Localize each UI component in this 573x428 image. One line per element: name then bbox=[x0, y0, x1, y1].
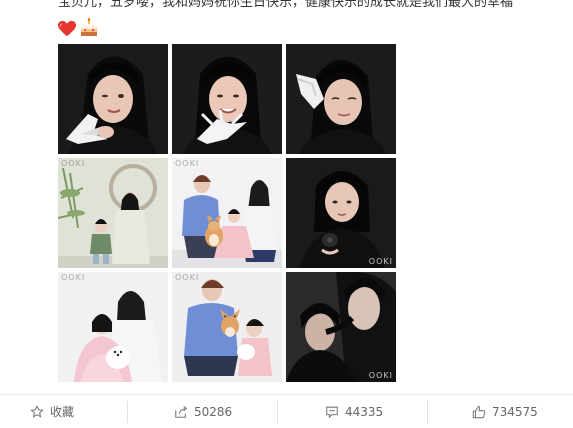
emoji-row bbox=[58, 18, 99, 40]
photo-8-image bbox=[172, 272, 282, 382]
photo-2[interactable] bbox=[172, 44, 282, 154]
divider bbox=[127, 401, 128, 423]
cake-emoji bbox=[81, 18, 97, 36]
photo-4-watermark: OOKI bbox=[61, 159, 86, 168]
star-icon bbox=[30, 404, 44, 418]
photo-6-image bbox=[286, 158, 396, 268]
comment-icon bbox=[326, 406, 338, 419]
photo-1[interactable] bbox=[58, 44, 168, 154]
heart-emoji bbox=[58, 20, 76, 37]
comment-count: 44335 bbox=[345, 404, 384, 419]
favorite-label: 收藏 bbox=[50, 405, 75, 419]
share-icon bbox=[175, 405, 188, 418]
post-caption: 宝贝儿，五岁喽，我和妈妈祝你生日快乐，健康快乐的成长就是我们最大的幸福 bbox=[58, 0, 514, 10]
photo-1-image bbox=[58, 44, 168, 154]
divider bbox=[277, 401, 278, 423]
photo-9-watermark: OOKI bbox=[368, 371, 393, 380]
photo-9[interactable]: OOKI bbox=[286, 272, 396, 382]
photo-7[interactable]: OOKI bbox=[58, 272, 168, 382]
photo-6-watermark: OOKI bbox=[368, 257, 393, 266]
like-count: 734575 bbox=[492, 404, 538, 419]
photo-5[interactable]: OOKI bbox=[172, 158, 282, 268]
photo-3[interactable] bbox=[286, 44, 396, 154]
thumbs-up-icon bbox=[472, 405, 486, 418]
photo-7-watermark: OOKI bbox=[61, 273, 86, 282]
photo-7-image bbox=[58, 272, 168, 382]
like-button[interactable]: 734575 bbox=[472, 395, 538, 428]
photo-8[interactable]: OOKI bbox=[172, 272, 282, 382]
favorite-button[interactable]: 收藏 bbox=[30, 395, 74, 428]
photo-2-image bbox=[172, 44, 282, 154]
repost-button[interactable]: 50286 bbox=[174, 395, 232, 428]
repost-count: 50286 bbox=[194, 404, 233, 419]
photo-5-watermark: OOKI bbox=[175, 159, 200, 168]
photo-9-image bbox=[286, 272, 396, 382]
comment-button[interactable]: 44335 bbox=[325, 395, 383, 428]
post-action-bar: 收藏 50286 44335 734575 bbox=[0, 394, 573, 428]
photo-4-image bbox=[58, 158, 168, 268]
divider bbox=[427, 401, 428, 423]
photo-4[interactable]: OOKI bbox=[58, 158, 168, 268]
photo-8-watermark: OOKI bbox=[175, 273, 200, 282]
photo-6[interactable]: OOKI bbox=[286, 158, 396, 268]
photo-5-image bbox=[172, 158, 282, 268]
photo-3-image bbox=[286, 44, 396, 154]
